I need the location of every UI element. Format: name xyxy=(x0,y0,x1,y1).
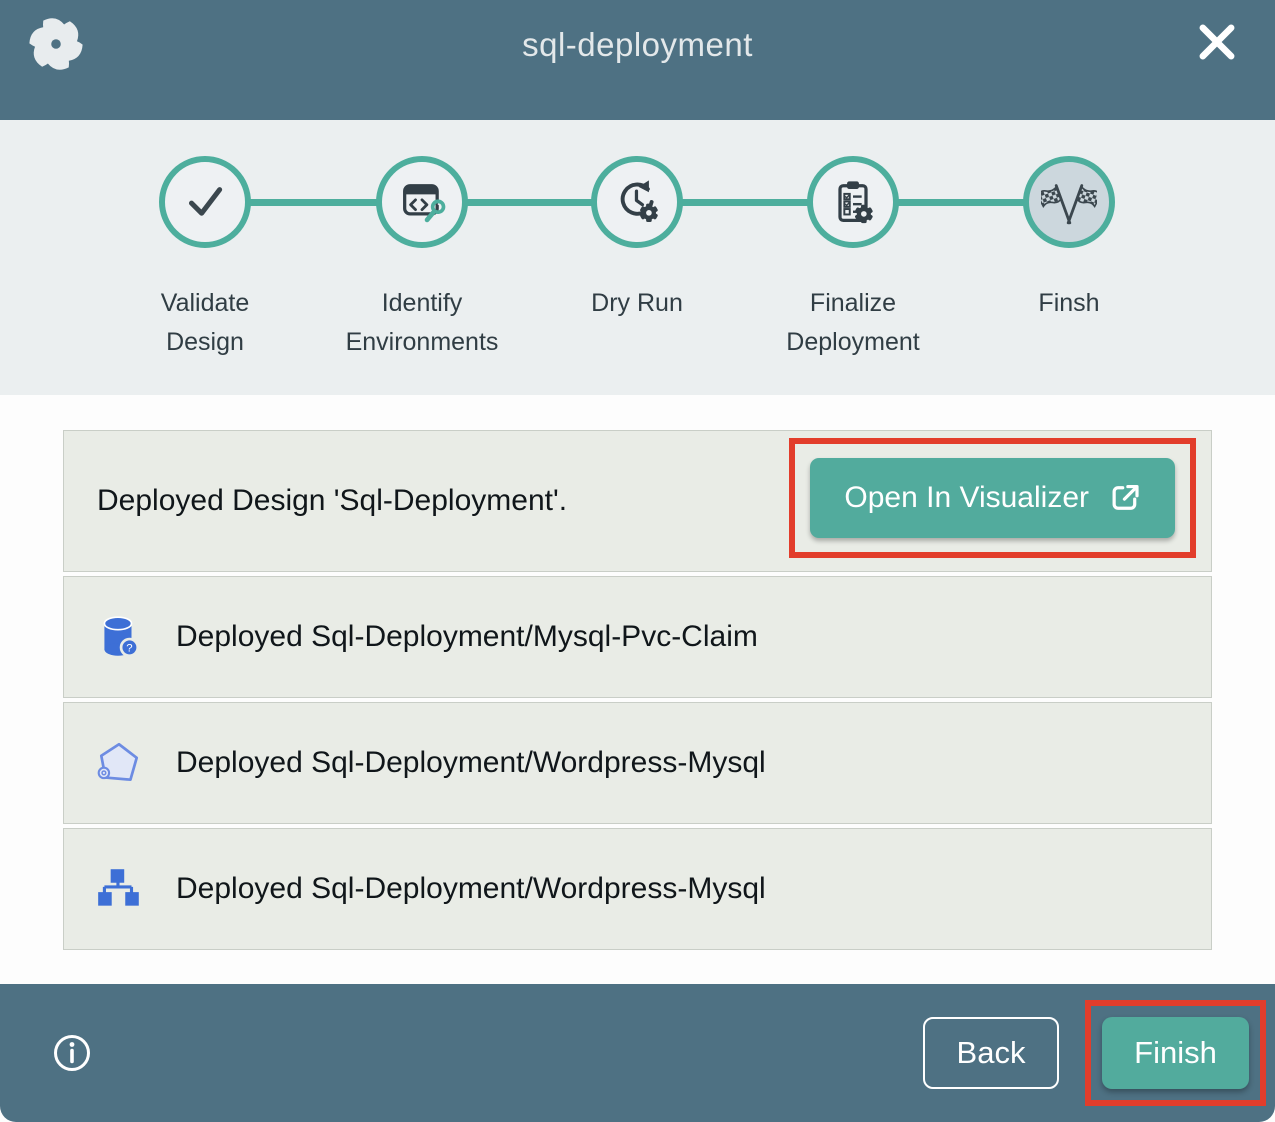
tree-icon xyxy=(94,864,144,914)
checkered-flags-icon xyxy=(1041,174,1097,230)
step-finsh: Finsh xyxy=(954,156,1184,323)
clipboard-gear-icon xyxy=(827,176,879,228)
step-circle-finsh[interactable] xyxy=(1023,156,1115,248)
deployed-resource-row: Deployed Sql-Deployment/Wordpress-Mysql xyxy=(63,702,1212,824)
info-icon xyxy=(50,1031,94,1075)
deployment-results-card: Deployed Design 'Sql-Deployment'. Open I… xyxy=(63,430,1212,950)
step-identify-environments: Identify Environments xyxy=(307,156,537,362)
code-wrench-icon xyxy=(396,176,448,228)
dialog-header: sql-deployment xyxy=(0,0,1275,120)
open-in-visualizer-label: Open In Visualizer xyxy=(844,481,1089,515)
pentagon-icon xyxy=(94,738,144,788)
step-label: Finsh xyxy=(954,284,1184,323)
close-icon xyxy=(1193,18,1241,66)
deployed-resource-row: ? Deployed Sql-Deployment/Mysql-Pvc-Clai… xyxy=(63,576,1212,698)
deployed-design-message: Deployed Design 'Sql-Deployment'. xyxy=(97,484,567,518)
open-in-visualizer-button[interactable]: Open In Visualizer xyxy=(810,458,1175,538)
info-button[interactable] xyxy=(50,1031,94,1075)
dialog-footer: Back Finish xyxy=(0,984,1275,1122)
finish-button[interactable]: Finish xyxy=(1102,1017,1249,1089)
step-circle-dry-run[interactable] xyxy=(591,156,683,248)
open-in-new-icon xyxy=(1109,482,1141,514)
annotation-highlight-visualizer: Open In Visualizer xyxy=(789,438,1196,558)
deployed-design-row: Deployed Design 'Sql-Deployment'. Open I… xyxy=(63,430,1212,572)
sync-gear-icon xyxy=(611,176,663,228)
step-finalize-deployment: Finalize Deployment xyxy=(738,156,968,362)
dialog-title: sql-deployment xyxy=(0,26,1275,64)
deployed-resource-text: Deployed Sql-Deployment/Wordpress-Mysql xyxy=(176,872,766,906)
database-icon: ? xyxy=(94,612,144,662)
step-validate-design: Validate Design xyxy=(90,156,320,362)
step-label: Validate Design xyxy=(90,284,320,362)
results-panel: Deployed Design 'Sql-Deployment'. Open I… xyxy=(0,395,1275,984)
step-label: Identify Environments xyxy=(307,284,537,362)
step-circle-identify-environments[interactable] xyxy=(376,156,468,248)
deployed-resource-text: Deployed Sql-Deployment/Wordpress-Mysql xyxy=(176,746,766,780)
step-circle-finalize-deployment[interactable] xyxy=(807,156,899,248)
deployed-resource-row: Deployed Sql-Deployment/Wordpress-Mysql xyxy=(63,828,1212,950)
annotation-highlight-finish: Finish xyxy=(1085,1000,1266,1106)
step-label: Dry Run xyxy=(522,284,752,323)
wizard-stepper: Validate Design Ide xyxy=(0,120,1275,395)
step-circle-validate-design[interactable] xyxy=(159,156,251,248)
back-button[interactable]: Back xyxy=(923,1017,1059,1089)
deployment-wizard-dialog: sql-deployment Validate Design xyxy=(0,0,1275,1122)
deployed-resource-text: Deployed Sql-Deployment/Mysql-Pvc-Claim xyxy=(176,620,758,654)
step-dry-run: Dry Run xyxy=(522,156,752,323)
check-icon xyxy=(178,175,232,229)
close-button[interactable] xyxy=(1193,18,1241,66)
svg-text:?: ? xyxy=(126,643,132,655)
step-label: Finalize Deployment xyxy=(738,284,968,362)
